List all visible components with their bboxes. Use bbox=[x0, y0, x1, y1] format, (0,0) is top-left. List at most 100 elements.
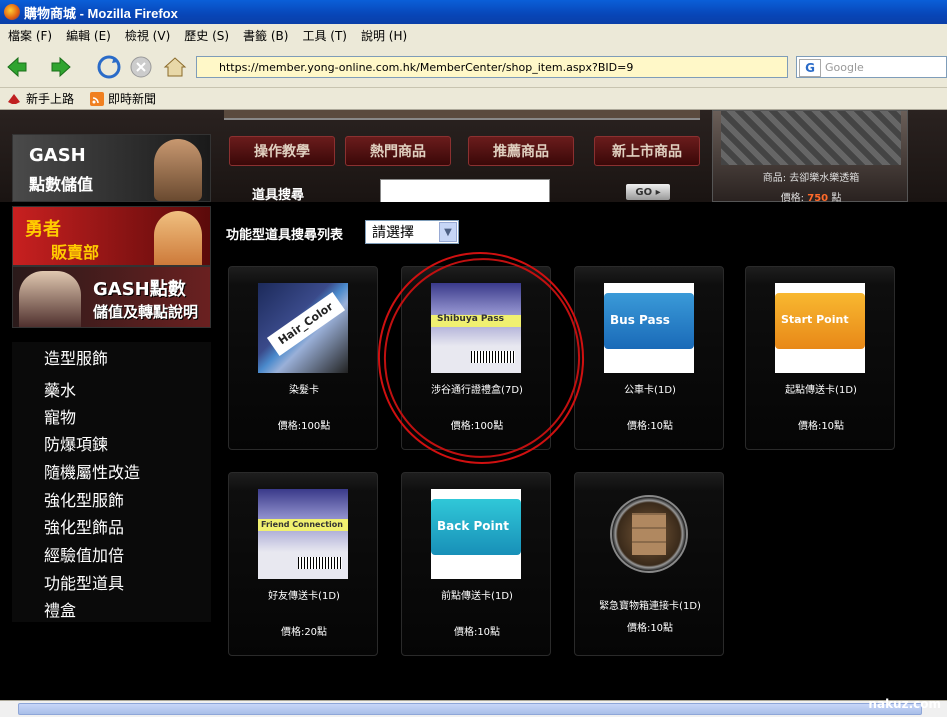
search-placeholder: Google bbox=[825, 60, 864, 74]
featured-item[interactable]: 商品: 去卻樂水樂透箱 價格: 750 點 bbox=[712, 110, 908, 204]
gash-points-banner[interactable]: GASH點數 儲值及轉點說明 bbox=[12, 266, 211, 328]
chevron-down-icon[interactable]: ▼ bbox=[439, 222, 457, 242]
sidebar-item-functional[interactable]: 功能型道具 bbox=[44, 570, 124, 594]
item-search-label: 道具搜尋 bbox=[252, 188, 305, 203]
forward-icon[interactable] bbox=[48, 54, 74, 80]
rss-icon bbox=[90, 91, 105, 106]
product-price: 價格:20點 bbox=[280, 627, 328, 638]
product-price: 價格:10點 bbox=[626, 623, 674, 634]
product-price: 價格:10點 bbox=[626, 421, 674, 432]
item-search-input[interactable] bbox=[380, 179, 550, 203]
gash-topup-banner[interactable]: GASH 點數儲值 bbox=[12, 134, 211, 202]
category-select[interactable]: 請選擇 ▼ bbox=[365, 220, 459, 244]
scrollbar-thumb[interactable] bbox=[18, 703, 922, 715]
menu-file[interactable]: 檔案 (F) bbox=[8, 27, 52, 44]
product-name: 好友傳送卡(1D) bbox=[268, 591, 340, 602]
hero-shop-banner[interactable]: 勇者 販賣部 bbox=[12, 206, 211, 266]
firefox-bookmark-icon bbox=[8, 93, 20, 104]
google-icon[interactable]: G bbox=[799, 58, 821, 77]
menu-history[interactable]: 歷史 (S) bbox=[184, 27, 229, 44]
select-value: 請選擇 bbox=[372, 225, 414, 241]
product-card[interactable]: 緊急寶物箱連接卡(1D) 價格:10點 bbox=[574, 472, 724, 656]
go-label: GO bbox=[635, 186, 653, 198]
sidebar-item-exp-boost[interactable]: 經驗值加倍 bbox=[44, 542, 124, 566]
product-image: Bus Pass bbox=[604, 283, 694, 373]
character-image bbox=[154, 139, 202, 201]
menu-view[interactable]: 檢視 (V) bbox=[125, 27, 170, 44]
card-text: Start Point bbox=[781, 313, 849, 326]
go-button[interactable]: GO ▸ bbox=[626, 184, 670, 200]
bookmark-getting-started[interactable]: 新手上路 bbox=[6, 90, 74, 107]
sidebar-item-gift-box[interactable]: 禮盒 bbox=[44, 597, 76, 621]
menu-help[interactable]: 說明 (H) bbox=[361, 27, 407, 44]
tab-tutorial[interactable]: 操作教學 bbox=[229, 136, 335, 166]
tab-new-items[interactable]: 新上市商品 bbox=[594, 136, 700, 166]
product-card[interactable]: Back Point 前點傳送卡(1D) 價格:10點 bbox=[401, 472, 551, 656]
product-card[interactable]: Start Point 起點傳送卡(1D) 價格:10點 bbox=[745, 266, 895, 450]
page-content: 操作教學 熱門商品 推薦商品 新上市商品 道具搜尋 GO ▸ 商品: 去卻樂水樂… bbox=[0, 110, 947, 700]
horizontal-scrollbar[interactable] bbox=[0, 700, 947, 717]
sidebar-item-pet[interactable]: 寵物 bbox=[44, 404, 76, 428]
featured-item-name: 商品: 去卻樂水樂透箱 bbox=[762, 173, 860, 184]
bookmark-label: 新手上路 bbox=[26, 92, 75, 106]
banner-subtitle: 儲值及轉點說明 bbox=[93, 303, 199, 321]
home-icon[interactable] bbox=[162, 54, 188, 80]
card-text: Hair_Color bbox=[266, 292, 346, 356]
banner-title: GASH點數 bbox=[93, 279, 186, 300]
sidebar-item-costume[interactable]: 造型服飾 bbox=[44, 345, 108, 369]
card-text: Back Point bbox=[437, 519, 509, 533]
window-titlebar: 購物商城 - Mozilla Firefox bbox=[0, 0, 947, 24]
product-name: 緊急寶物箱連接卡(1D) bbox=[599, 601, 701, 612]
featured-item-image bbox=[721, 111, 901, 165]
product-name: 染髮卡 bbox=[289, 385, 319, 396]
product-image: Hair_Color bbox=[258, 283, 348, 373]
url-text: https://member.yong-online.com.hk/Member… bbox=[219, 60, 634, 74]
product-price: 價格:10點 bbox=[797, 421, 845, 432]
menu-edit[interactable]: 編輯 (E) bbox=[66, 27, 111, 44]
tab-recommended[interactable]: 推薦商品 bbox=[468, 136, 574, 166]
bookmark-label: 即時新聞 bbox=[108, 92, 157, 106]
character-image bbox=[19, 271, 81, 327]
banner-title: GASH bbox=[29, 145, 86, 166]
menu-bar: 檔案 (F) 編輯 (E) 檢視 (V) 歷史 (S) 書籤 (B) 工具 (T… bbox=[0, 24, 947, 46]
sidebar-item-potion[interactable]: 藥水 bbox=[44, 377, 76, 401]
inner-scrollbar[interactable] bbox=[224, 110, 700, 120]
barcode bbox=[298, 557, 342, 569]
sidebar-item-enhanced-accessory[interactable]: 強化型飾品 bbox=[44, 514, 124, 538]
banner-subtitle: 販賣部 bbox=[51, 243, 100, 262]
product-area: 功能型道具搜尋列表 請選擇 ▼ Hair_Color 染髮卡 價格:100點 S… bbox=[224, 202, 908, 658]
character-image bbox=[154, 211, 202, 265]
product-card[interactable]: Friend Connection 好友傳送卡(1D) 價格:20點 bbox=[228, 472, 378, 656]
watermark: nakuz.com bbox=[868, 697, 941, 711]
card-text: Friend Connection bbox=[261, 520, 343, 529]
address-bar[interactable]: https://member.yong-online.com.hk/Member… bbox=[196, 56, 788, 78]
treasure-box-icon bbox=[632, 513, 666, 555]
bookmark-latest-news[interactable]: 即時新聞 bbox=[90, 90, 156, 107]
product-image: Start Point bbox=[775, 283, 865, 373]
product-card[interactable]: Bus Pass 公車卡(1D) 價格:10點 bbox=[574, 266, 724, 450]
back-icon[interactable] bbox=[4, 54, 30, 80]
banner-title: 勇者 bbox=[25, 219, 61, 240]
reload-icon[interactable] bbox=[96, 54, 122, 80]
sidebar-item-enhanced-costume[interactable]: 強化型服飾 bbox=[44, 487, 124, 511]
web-search-box[interactable]: G Google bbox=[796, 56, 947, 78]
product-price: 價格:100點 bbox=[277, 421, 331, 432]
menu-tools[interactable]: 工具 (T) bbox=[302, 27, 347, 44]
product-name: 前點傳送卡(1D) bbox=[441, 591, 513, 602]
bookmarks-toolbar: 新手上路 即時新聞 bbox=[0, 88, 947, 110]
banner-subtitle: 點數儲值 bbox=[29, 175, 94, 194]
product-name: 公車卡(1D) bbox=[624, 385, 676, 396]
firefox-icon bbox=[4, 4, 20, 20]
product-image: Friend Connection bbox=[258, 489, 348, 579]
product-image bbox=[604, 489, 694, 579]
sidebar-item-random-attribute[interactable]: 隨機屬性改造 bbox=[44, 459, 140, 483]
product-price: 價格:10點 bbox=[453, 627, 501, 638]
stop-icon[interactable] bbox=[128, 54, 154, 80]
tab-hot-items[interactable]: 熱門商品 bbox=[345, 136, 451, 166]
filter-label: 功能型道具搜尋列表 bbox=[226, 228, 344, 243]
sidebar-item-protection-necklace[interactable]: 防爆項鍊 bbox=[44, 431, 108, 455]
category-sidebar: 造型服飾 藥水 寵物 防爆項鍊 隨機屬性改造 強化型服飾 強化型飾品 經驗值加倍… bbox=[12, 342, 211, 622]
menu-bookmarks[interactable]: 書籤 (B) bbox=[243, 27, 288, 44]
product-card[interactable]: Hair_Color 染髮卡 價格:100點 bbox=[228, 266, 378, 450]
product-name: 起點傳送卡(1D) bbox=[785, 385, 857, 396]
